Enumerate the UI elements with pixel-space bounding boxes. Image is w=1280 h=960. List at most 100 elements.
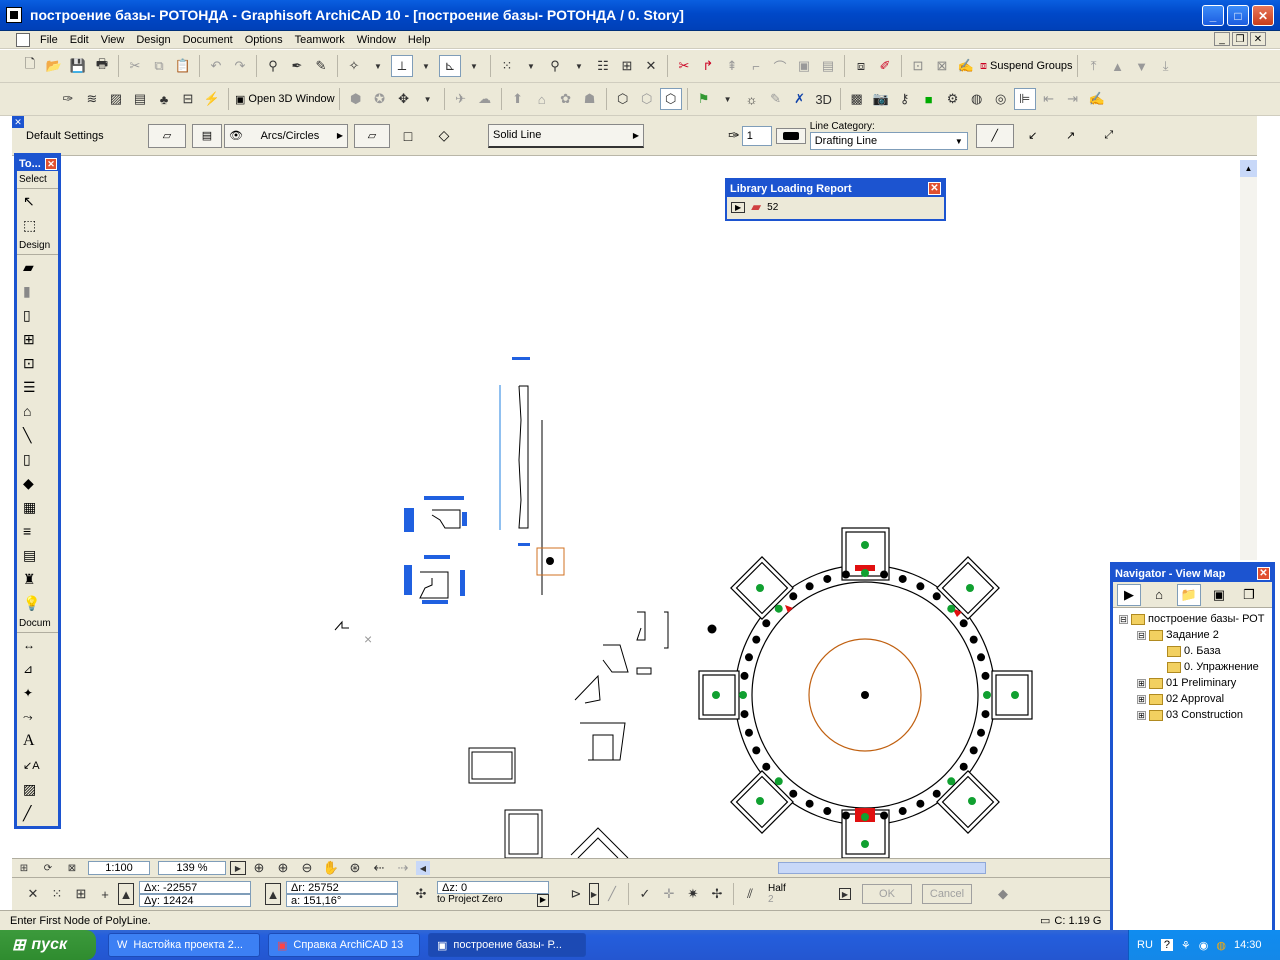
stop-icon[interactable]: ◆	[992, 883, 1014, 905]
next-zoom-icon[interactable]: ⇢	[392, 857, 414, 879]
taskbar-item-word[interactable]: W Настойка проекта 2...	[108, 933, 260, 957]
curtain-wall-tool[interactable]: ≡	[17, 519, 58, 543]
orbit-icon[interactable]: ☁	[474, 88, 496, 110]
align-right-icon[interactable]: ⇥	[1062, 88, 1084, 110]
adjust-icon[interactable]: ↱	[697, 55, 719, 77]
save-icon[interactable]: 💾	[67, 55, 89, 77]
paint-icon[interactable]: ♣	[153, 88, 175, 110]
plus-icon[interactable]: +	[94, 883, 116, 905]
minimize-button[interactable]: _	[1202, 5, 1224, 26]
grid-snap-icon[interactable]: ⁙	[496, 55, 518, 77]
zoom-plus-icon[interactable]: ⊕	[272, 857, 294, 879]
copy-icon[interactable]: ⧉	[148, 55, 170, 77]
view-b-icon[interactable]: ⬡	[636, 88, 658, 110]
paste-icon[interactable]: 📋	[172, 55, 194, 77]
navigator-tree-item[interactable]: ⊟ Задание 2	[1113, 627, 1272, 643]
back-icon[interactable]: ◉	[1199, 939, 1209, 952]
ruler-icon[interactable]: ⊞	[616, 55, 638, 77]
trace-icon[interactable]: ☷	[592, 55, 614, 77]
view-c-icon[interactable]: ⬡	[659, 88, 682, 110]
syringe-icon[interactable]: ✎	[310, 55, 332, 77]
construction-grid-icon[interactable]: ⊞	[70, 883, 92, 905]
object-tool[interactable]: ♜	[17, 567, 58, 591]
floor-plan-canvas[interactable]: ×	[62, 160, 1110, 860]
publisher-tab-icon[interactable]: ❐	[1237, 584, 1261, 606]
suspend-groups-button[interactable]: ⧈ Suspend Groups	[980, 60, 1073, 73]
help-icon[interactable]: ?	[1160, 939, 1173, 951]
scroll-up-icon[interactable]: ▲	[1240, 160, 1257, 177]
walk-icon[interactable]: ✈	[450, 88, 472, 110]
line-no-arrow-button[interactable]: ╱	[975, 123, 1014, 148]
beam-tool[interactable]: ╲	[17, 423, 58, 447]
print-icon[interactable]: 🖶	[91, 55, 113, 77]
3d-cube-icon[interactable]: ⬢	[345, 88, 367, 110]
camera-icon[interactable]: 📷	[870, 88, 892, 110]
suspend-icon[interactable]: ✐	[874, 55, 896, 77]
horizontal-scroll-thumb[interactable]	[778, 862, 986, 874]
menu-help[interactable]: Help	[402, 34, 437, 46]
vertical-scrollbar[interactable]: ▲	[1240, 160, 1257, 560]
fill-pattern-button[interactable]: ▤	[192, 123, 222, 148]
menu-document[interactable]: Document	[177, 34, 239, 46]
layer-icon[interactable]: ⚡	[201, 88, 223, 110]
snap-grid-icon[interactable]: ⁙	[46, 883, 68, 905]
half-snap-icon[interactable]: ⫽	[739, 883, 761, 905]
mdi-restore-button[interactable]: ❐	[1232, 32, 1248, 46]
navigator-tree-item[interactable]: ⊞ 02 Approval	[1113, 691, 1272, 707]
close-x-icon[interactable]: ✕	[640, 55, 662, 77]
tree-expander-icon[interactable]: ⊞	[1137, 678, 1146, 688]
zone-tool[interactable]: ▤	[17, 543, 58, 567]
gravity-icon[interactable]: ⟂	[391, 55, 413, 77]
clock[interactable]: 14:30	[1234, 939, 1262, 951]
document-icon[interactable]	[16, 32, 30, 47]
rectangle-icon[interactable]: □	[390, 128, 426, 144]
fillet-icon[interactable]: ⌒	[769, 55, 791, 77]
hatch-icon[interactable]: ▤	[129, 88, 151, 110]
roof-tool[interactable]: ⌂	[17, 399, 58, 423]
send-backward-icon[interactable]: ▼	[1131, 55, 1153, 77]
layer-combo-icon[interactable]: ⚑	[693, 88, 715, 110]
lock-icon[interactable]: ✍	[955, 55, 977, 77]
zoom-menu-arrow-icon[interactable]: ▶	[230, 861, 246, 875]
intersect-icon[interactable]: ⌐	[745, 55, 767, 77]
start-button[interactable]: ⊞ пуск	[0, 930, 96, 960]
fill-tool[interactable]: ▨	[17, 777, 58, 801]
snap-menu-arrow-icon[interactable]: ▶	[589, 883, 599, 905]
library-report-close-icon[interactable]: ✕	[928, 182, 941, 195]
line-category-select[interactable]: Drafting Line ▼	[809, 132, 968, 150]
bring-forward-icon[interactable]: ▲	[1107, 55, 1129, 77]
fly-icon[interactable]: ☗	[579, 88, 601, 110]
corner-window-tool[interactable]: ⊡	[17, 351, 58, 375]
offset-icon[interactable]: ▣	[793, 55, 815, 77]
half-menu-arrow-icon[interactable]: ▶	[839, 888, 851, 900]
eyedropper-icon[interactable]: ✒	[286, 55, 308, 77]
navigator-tree-item[interactable]: 0. Упражнение	[1113, 659, 1272, 675]
refresh-icon[interactable]: ⟳	[37, 857, 59, 879]
mdi-minimize-button[interactable]: _	[1214, 32, 1230, 46]
elevate-icon[interactable]: ⇞	[721, 55, 743, 77]
tree-expander-icon[interactable]: ⊞	[1137, 694, 1146, 704]
marquee-tool[interactable]: ⬚	[17, 213, 58, 237]
check-icon[interactable]: ✓	[634, 883, 656, 905]
cross-snap-icon[interactable]: ✢	[706, 883, 728, 905]
zoom-extents-icon[interactable]: ⊛	[344, 857, 366, 879]
fill-icon[interactable]: ▨	[105, 88, 127, 110]
dy-field[interactable]: Δy: 12424	[139, 894, 251, 907]
wall-tool[interactable]: ▰	[17, 255, 58, 279]
align-left-icon[interactable]: ⇤	[1038, 88, 1060, 110]
section-icon[interactable]: ⊟	[177, 88, 199, 110]
cut-icon[interactable]: ✂	[124, 55, 146, 77]
light-icon[interactable]: ☼	[741, 88, 763, 110]
door-tool[interactable]: ▯	[17, 303, 58, 327]
scale-field[interactable]: 1:100	[88, 861, 150, 875]
dropdown-arrow-icon[interactable]: ▼	[463, 55, 485, 77]
explode-icon[interactable]: ▤	[817, 55, 839, 77]
group-icon[interactable]: ⧈	[850, 55, 872, 77]
group-elements-icon[interactable]: ⊡	[907, 55, 929, 77]
mdi-close-button[interactable]: ✕	[1250, 32, 1266, 46]
edit-icon[interactable]: ✍	[1086, 88, 1108, 110]
house-tab-icon[interactable]: ⌂	[1147, 584, 1171, 606]
3d-navigate-icon[interactable]: ✪	[369, 88, 391, 110]
cross-icon[interactable]: ✗	[789, 88, 811, 110]
arrow-tool[interactable]: ↖	[17, 189, 58, 213]
